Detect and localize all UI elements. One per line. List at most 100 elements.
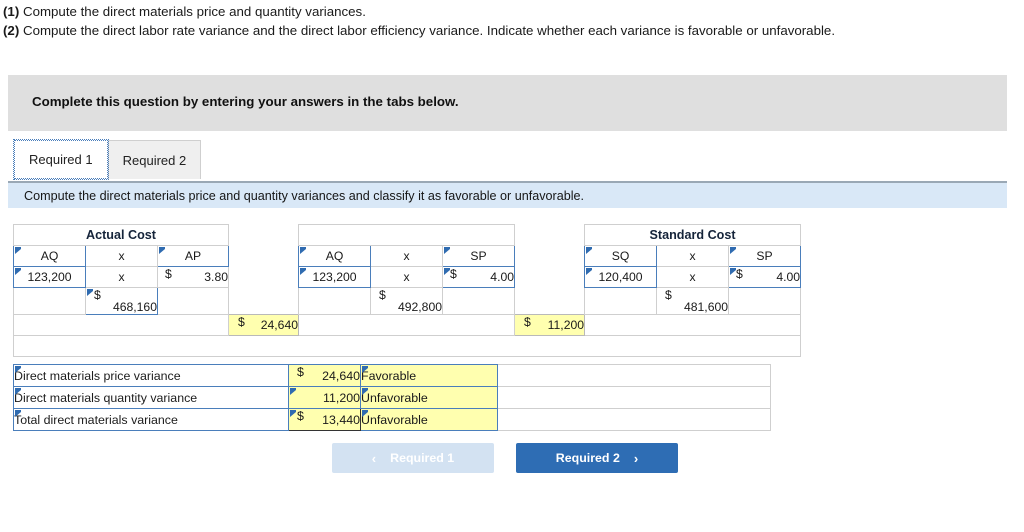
header-middle <box>298 224 516 246</box>
header-actual-cost: Actual Cost <box>12 224 230 246</box>
value-actual-price-number: 3.80 <box>204 270 229 284</box>
grid-header-row: Actual Cost Standard Cost <box>12 224 802 246</box>
sub-instruction-bar: Compute the direct materials price and q… <box>8 181 1007 208</box>
table-row: Direct materials price variance $24,640 … <box>13 364 771 387</box>
spread-price-number: 24,640 <box>260 318 299 332</box>
total-middle-blank-right <box>442 287 516 315</box>
label-middle-price[interactable]: SP <box>442 245 516 267</box>
required-1-prev-button[interactable]: ‹ Required 1 <box>332 443 494 473</box>
prompt-2-text: Compute the direct labor rate variance a… <box>19 23 836 38</box>
variance-amount-total-currency: $ <box>297 409 304 423</box>
value-middle-price-number: 4.00 <box>490 270 515 284</box>
required-2-next-label: Required 2 <box>555 451 620 465</box>
variance-status-quantity[interactable]: Unfavorable <box>360 386 498 409</box>
variance-label-quantity[interactable]: Direct materials quantity variance <box>13 386 289 409</box>
grid-total-row: $ 468,160 $ 492,800 $ 481,600 <box>13 287 802 315</box>
required-2-next-button[interactable]: Required 2 › <box>516 443 678 473</box>
prompt-line-2: (2) Compute the direct labor rate varian… <box>3 22 1002 40</box>
sub-instruction-text: Compute the direct materials price and q… <box>24 189 585 203</box>
spacer-right-values <box>514 266 585 288</box>
variance-status-price[interactable]: Favorable <box>360 364 498 387</box>
tab-required-1[interactable]: Required 1 <box>13 139 109 180</box>
total-middle-blank-left <box>298 287 372 315</box>
label-standard-price[interactable]: SP <box>728 245 802 267</box>
variance-status-total[interactable]: Unfavorable <box>360 408 498 431</box>
value-middle-price[interactable]: $4.00 <box>442 266 516 288</box>
label-actual-price[interactable]: AP <box>156 245 230 267</box>
total-middle-number: 492,800 <box>397 300 443 314</box>
value-middle-times: x <box>370 266 444 288</box>
value-actual-quantity[interactable]: 123,200 <box>13 266 86 288</box>
grid-empty-cell <box>12 335 802 357</box>
instruction-banner: Complete this question by entering your … <box>8 75 1007 131</box>
variance-amount-price[interactable]: $24,640 <box>288 364 361 387</box>
grid-label-row: AQ x AP AQ x SP SQ x SP <box>13 245 802 267</box>
label-standard-quantity[interactable]: SQ <box>584 245 658 267</box>
total-actual-number: 468,160 <box>112 300 157 314</box>
table-row: Direct materials quantity variance 11,20… <box>13 386 771 409</box>
value-actual-price[interactable]: $3.80 <box>156 266 230 288</box>
spacer-right-labels <box>514 245 585 267</box>
value-standard-price[interactable]: $4.00 <box>728 266 802 288</box>
question-prompt: (1) Compute the direct materials price a… <box>0 0 1010 41</box>
total-middle-cost[interactable]: $ 492,800 <box>370 287 444 315</box>
variance-amount-price-currency: $ <box>297 365 304 379</box>
label-actual-times: x <box>85 245 158 267</box>
table-row: Total direct materials variance $13,440 … <box>13 408 771 431</box>
label-actual-quantity[interactable]: AQ <box>13 245 86 267</box>
instruction-banner-text: Complete this question by entering your … <box>32 94 459 109</box>
total-actual-currency: $ <box>94 288 101 302</box>
variance-label-price[interactable]: Direct materials price variance <box>13 364 289 387</box>
spacer-right-totals <box>514 287 585 315</box>
spacer-left-labels <box>228 245 299 267</box>
grid-empty-row <box>12 335 802 357</box>
prompt-line-1: (1) Compute the direct materials price a… <box>3 3 1002 21</box>
prompt-1-text: Compute the direct materials price and q… <box>19 4 366 19</box>
value-standard-price-number: 4.00 <box>776 270 801 284</box>
tab-required-2-label: Required 2 <box>122 152 187 168</box>
spacer-left-values <box>228 266 299 288</box>
spread-quantity-currency: $ <box>524 315 531 329</box>
question-page: (1) Compute the direct materials price a… <box>0 0 1024 532</box>
value-middle-quantity[interactable]: 123,200 <box>298 266 372 288</box>
spread-blank-standard <box>584 314 802 336</box>
total-standard-cost[interactable]: $ 481,600 <box>656 287 730 315</box>
value-actual-price-currency: $ <box>165 267 172 281</box>
total-actual-cost[interactable]: $ 468,160 <box>85 287 158 315</box>
spread-quantity-number: 11,200 <box>547 318 585 332</box>
spread-quantity-variance[interactable]: $11,200 <box>514 314 586 336</box>
variance-row-end-price <box>497 364 771 387</box>
label-middle-quantity[interactable]: AQ <box>298 245 372 267</box>
total-standard-currency: $ <box>665 288 672 302</box>
variance-label-total[interactable]: Total direct materials variance <box>13 408 289 431</box>
prompt-2-number: (2) <box>3 23 20 38</box>
spacer-left-totals <box>228 287 299 315</box>
variance-amount-price-number: 24,640 <box>322 368 360 383</box>
prompt-1-number: (1) <box>3 4 20 19</box>
spread-blank-middle <box>298 314 516 336</box>
variance-amount-total[interactable]: $13,440 <box>288 408 361 431</box>
total-standard-number: 481,600 <box>683 300 729 314</box>
label-standard-times: x <box>656 245 730 267</box>
spread-blank-actual <box>12 314 230 336</box>
label-middle-times: x <box>370 245 444 267</box>
value-standard-quantity[interactable]: 120,400 <box>584 266 658 288</box>
tab-required-2[interactable]: Required 2 <box>107 140 202 179</box>
grid-value-row: 123,200 x $3.80 123,200 x $4.00 120,400 … <box>13 266 802 288</box>
value-middle-price-currency: $ <box>450 267 457 281</box>
total-standard-blank-right <box>728 287 802 315</box>
header-standard-cost: Standard Cost <box>584 224 802 246</box>
total-actual-blank-left <box>13 287 86 315</box>
variance-computation-grid: Actual Cost Standard Cost AQ x AP AQ x S… <box>12 224 802 357</box>
total-standard-blank-left <box>584 287 658 315</box>
total-middle-currency: $ <box>379 288 386 302</box>
variance-amount-quantity[interactable]: 11,200 <box>288 386 361 409</box>
header-spacer-right <box>514 224 585 246</box>
spread-price-currency: $ <box>238 315 245 329</box>
spread-price-variance[interactable]: $24,640 <box>228 314 300 336</box>
value-standard-price-currency: $ <box>736 267 743 281</box>
variance-row-end-quantity <box>497 386 771 409</box>
tab-strip: Required 1 Required 2 <box>13 138 202 180</box>
chevron-right-icon: › <box>633 450 639 466</box>
chevron-left-icon: ‹ <box>371 450 377 466</box>
